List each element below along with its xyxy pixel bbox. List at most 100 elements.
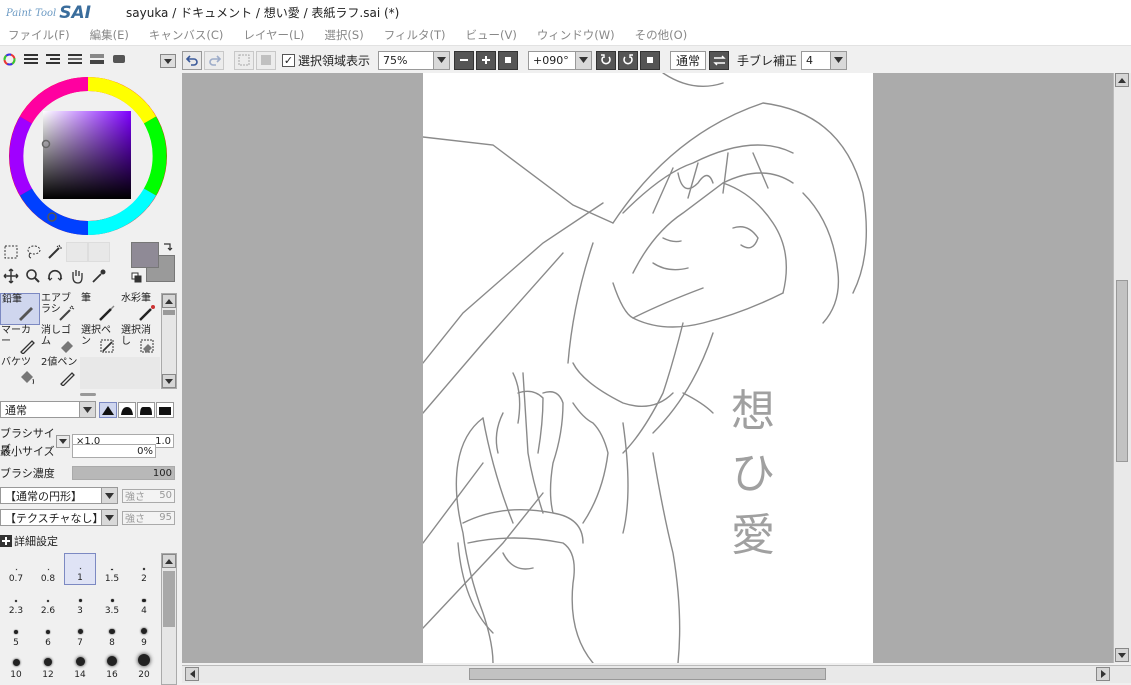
brush-airbrush[interactable]: エアブラシ <box>40 293 80 325</box>
hand-tool[interactable] <box>66 266 88 286</box>
scroll-down-button[interactable] <box>162 374 176 388</box>
brush-size-preset[interactable]: 12 <box>32 649 64 681</box>
brush-size-preset[interactable]: 16 <box>96 649 128 681</box>
redo-button[interactable] <box>204 50 224 70</box>
brush-size-preset[interactable]: 2.3 <box>0 585 32 617</box>
canvas-viewport[interactable]: 想ひ愛 <box>182 73 1113 663</box>
brush-size-preset[interactable]: 7 <box>64 617 96 649</box>
rotation-select[interactable]: +090° <box>528 50 593 70</box>
rotation-reset-button[interactable] <box>640 50 661 70</box>
reset-colors-icon[interactable] <box>131 272 142 283</box>
hsv-slider-tab[interactable] <box>45 52 61 66</box>
rotate-right-button[interactable] <box>618 50 639 70</box>
brush-texture-select[interactable]: 【テクスチャなし】 <box>0 509 118 526</box>
brush-size-preset[interactable]: 5 <box>0 617 32 649</box>
canvas-vertical-scrollbar[interactable] <box>1113 73 1131 663</box>
brush-list-scrollbar[interactable] <box>161 293 177 389</box>
rotate-left-button[interactable] <box>596 50 617 70</box>
brush-selection-pen[interactable]: 選択ペン <box>80 325 120 357</box>
scroll-thumb[interactable] <box>1116 280 1128 462</box>
menu-filter[interactable]: フィルタ(T) <box>376 27 458 43</box>
brush-size-preset[interactable]: 6 <box>32 617 64 649</box>
scratchpad-tab[interactable] <box>111 52 127 66</box>
brush-shape-strength-field[interactable]: 強さ 50 <box>122 488 175 503</box>
move-tool[interactable] <box>0 266 22 286</box>
scroll-thumb[interactable] <box>163 310 175 315</box>
swap-colors-icon[interactable] <box>162 241 174 253</box>
size-presets-scrollbar[interactable] <box>161 553 177 685</box>
selection-display-checkbox[interactable]: ✓ <box>282 53 295 67</box>
scroll-thumb[interactable] <box>469 668 826 680</box>
brush-blend-mode-select[interactable]: 通常 <box>0 401 96 418</box>
stabilizer-select[interactable]: 4 <box>801 50 848 70</box>
scroll-right-button[interactable] <box>1096 667 1110 681</box>
brush-size-preset[interactable]: 9 <box>128 617 160 649</box>
menu-select[interactable]: 選択(S) <box>316 27 375 43</box>
brush-size-preset[interactable]: 20 <box>128 649 160 681</box>
edge-hardness-4-button[interactable] <box>156 401 174 418</box>
brush-size-preset[interactable]: 2 <box>128 553 160 585</box>
zoom-in-button[interactable] <box>476 50 497 70</box>
canvas-paper[interactable]: 想ひ愛 <box>423 73 873 663</box>
brush-size-preset[interactable]: 10 <box>0 649 32 681</box>
brush-size-preset[interactable]: 3 <box>64 585 96 617</box>
swatch-tab[interactable] <box>89 52 105 66</box>
invert-selection-button[interactable] <box>256 50 276 70</box>
panel-menu-button[interactable] <box>160 54 176 68</box>
view-blend-mode-button[interactable]: 通常 <box>670 50 707 70</box>
brush-size-preset[interactable]: 8 <box>96 617 128 649</box>
scroll-thumb[interactable] <box>163 571 175 627</box>
brush-binary-pen[interactable]: 2値ペン <box>40 357 80 389</box>
scroll-down-button[interactable] <box>1115 648 1129 662</box>
brush-size-preset[interactable]: 1.5 <box>96 553 128 585</box>
brush-density-field[interactable]: 100 <box>72 466 175 480</box>
brush-size-preset[interactable]: 3.5 <box>96 585 128 617</box>
zoom-tool[interactable] <box>22 266 44 286</box>
rect-select-tool[interactable] <box>0 242 22 262</box>
color-wheel[interactable] <box>6 74 170 238</box>
brush-size-preset[interactable]: 4 <box>128 585 160 617</box>
eyedropper-tool[interactable] <box>88 266 110 286</box>
rgb-slider-tab[interactable] <box>23 52 39 66</box>
scroll-up-button[interactable] <box>162 294 176 308</box>
lasso-tool[interactable] <box>22 242 44 262</box>
brush-size-preset[interactable]: 0.8 <box>32 553 64 585</box>
brush-brush[interactable]: 筆 <box>80 293 120 325</box>
menu-other[interactable]: その他(O) <box>627 27 700 43</box>
brush-selection-eraser[interactable]: 選択消し <box>120 325 160 357</box>
brush-eraser[interactable]: 消しゴム <box>40 325 80 357</box>
menu-view[interactable]: ビュー(V) <box>457 27 528 43</box>
intermediate-color-tab[interactable] <box>67 52 83 66</box>
color-wheel-tab[interactable] <box>1 52 17 66</box>
zoom-select[interactable]: 75% <box>378 50 451 70</box>
advanced-settings-toggle[interactable]: 詳細設定 <box>0 533 58 549</box>
scroll-left-button[interactable] <box>185 667 199 681</box>
magic-wand-tool[interactable] <box>44 242 66 262</box>
deselect-button[interactable] <box>234 50 254 70</box>
edge-hardness-1-button[interactable] <box>99 401 117 418</box>
menu-layer[interactable]: レイヤー(L) <box>235 27 316 43</box>
brush-pencil[interactable]: 鉛筆 <box>0 293 40 325</box>
brush-bucket[interactable]: バケツ <box>0 357 40 389</box>
brush-size-preset[interactable]: 2.6 <box>32 585 64 617</box>
menu-edit[interactable]: 編集(E) <box>82 27 141 43</box>
brush-shape-select[interactable]: 【通常の円形】 <box>0 487 118 504</box>
rotate-tool[interactable] <box>44 266 66 286</box>
menu-canvas[interactable]: キャンバス(C) <box>141 27 236 43</box>
panel-splitter[interactable] <box>80 393 96 396</box>
brush-marker[interactable]: マーカー <box>0 325 40 357</box>
canvas-horizontal-scrollbar[interactable] <box>182 665 1131 683</box>
brush-size-preset[interactable]: 1 <box>64 553 96 585</box>
brush-watercolor[interactable]: 水彩筆 <box>120 293 160 325</box>
selection-display-toggle[interactable]: ✓ 選択領域表示 <box>282 52 370 69</box>
min-size-field[interactable]: 0% <box>72 444 156 458</box>
foreground-color[interactable] <box>131 242 159 268</box>
scroll-up-button[interactable] <box>162 554 176 568</box>
brush-texture-strength-field[interactable]: 強さ 95 <box>122 510 175 525</box>
menu-file[interactable]: ファイル(F) <box>0 27 82 43</box>
brush-size-preset[interactable]: 14 <box>64 649 96 681</box>
undo-button[interactable] <box>182 50 202 70</box>
edge-hardness-3-button[interactable] <box>137 401 155 418</box>
scroll-up-button[interactable] <box>1115 73 1129 87</box>
brush-size-preset[interactable]: 0.7 <box>0 553 32 585</box>
